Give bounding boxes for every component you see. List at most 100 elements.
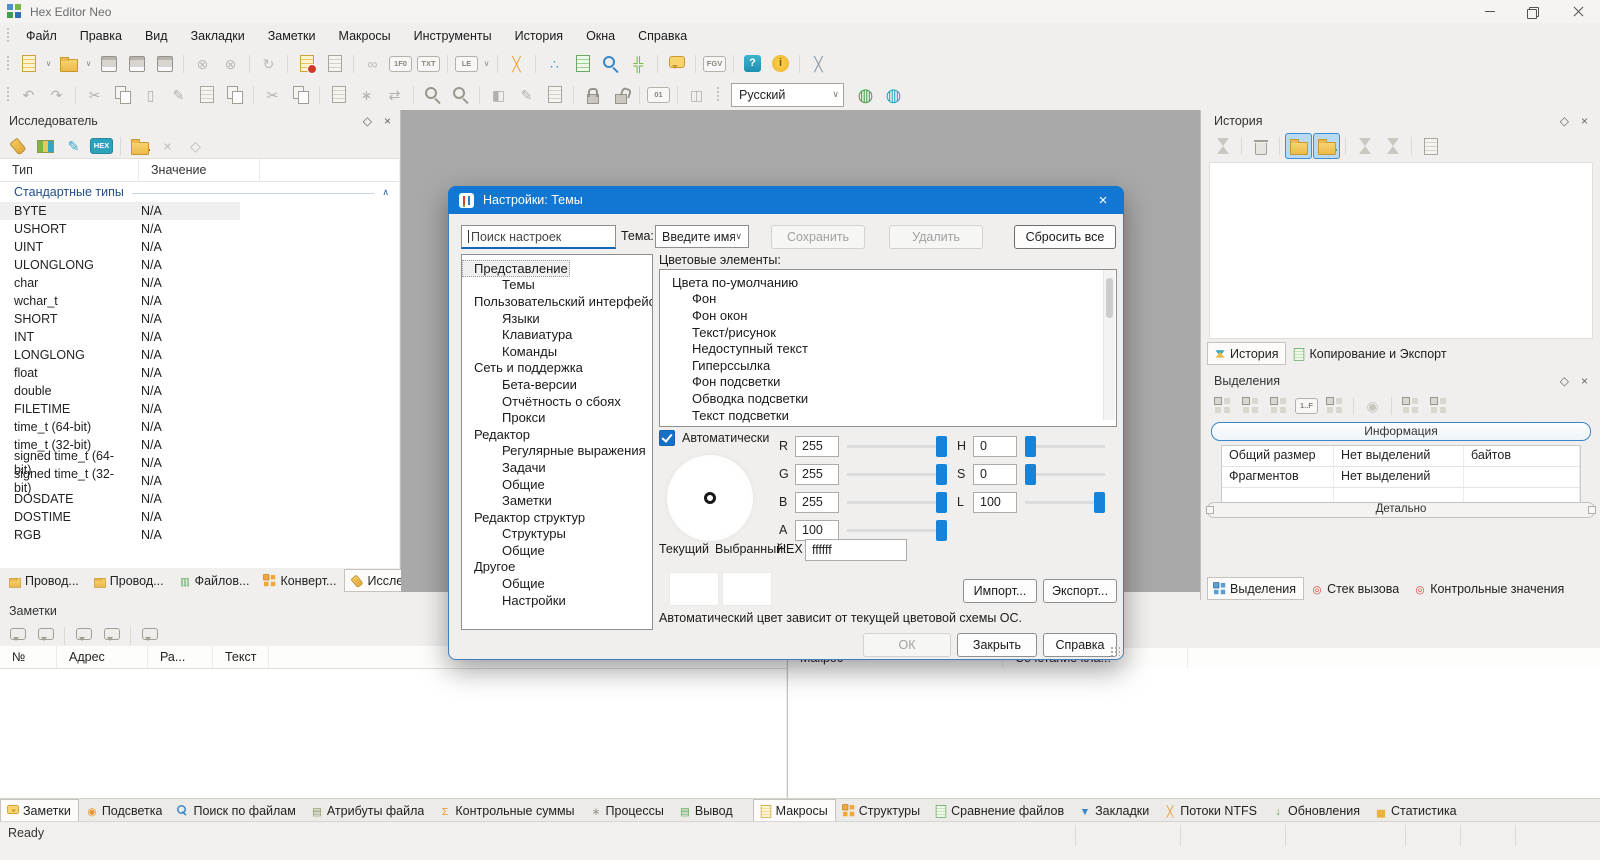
bottom-dock-tab[interactable]: Макросы <box>752 799 836 822</box>
hsl-value-input[interactable]: 100 <box>973 491 1017 513</box>
export-button[interactable]: Экспорт... <box>1043 579 1117 603</box>
notes-list-area[interactable] <box>0 668 786 798</box>
color-element-item[interactable]: Недоступный текст <box>660 340 1116 357</box>
plugins-icon[interactable]: ╬ <box>625 51 652 77</box>
dialog-titlebar[interactable]: Настройки: Темы × <box>448 186 1124 214</box>
minimize-button[interactable] <box>1468 0 1512 23</box>
bottom-dock-tab[interactable]: ∗ Процессы <box>583 799 672 822</box>
modify-bits-icon[interactable]: ∗ <box>353 82 380 108</box>
slider-thumb[interactable] <box>1094 491 1105 513</box>
select-none-icon[interactable] <box>1237 393 1264 419</box>
clear-history-icon[interactable] <box>1247 133 1274 159</box>
bottom-dock-tab[interactable]: ▤ Вывод <box>672 799 741 822</box>
new-file-caret-icon[interactable]: ∨ <box>43 51 54 77</box>
save-as-icon[interactable] <box>123 51 150 77</box>
menu-item[interactable]: История <box>504 25 574 47</box>
color-element-item[interactable]: Гиперссылка <box>660 357 1116 374</box>
link-icon[interactable]: ∞ <box>359 51 386 77</box>
bottom-dock-tab[interactable]: ╳ Потоки NTFS <box>1157 799 1265 822</box>
help-icon[interactable]: ? <box>739 51 766 77</box>
endianness-caret-icon[interactable]: ∨ <box>481 51 492 77</box>
settings-tree-item[interactable]: Представление <box>462 260 570 277</box>
channel-slider[interactable] <box>847 463 947 485</box>
add-type-icon[interactable] <box>126 133 153 159</box>
history-tree-icon[interactable] <box>1209 133 1236 159</box>
settings-tree-item[interactable]: Бета-версии <box>462 376 652 393</box>
explorer-type-row[interactable]: SHORT N/A <box>0 310 399 328</box>
ifo-format-icon[interactable]: 1F0 <box>387 51 414 77</box>
bottom-dock-tab[interactable]: Структуры <box>836 799 928 822</box>
color-element-item[interactable]: Текст подсветки <box>660 407 1116 424</box>
channel-value-input[interactable]: 255 <box>795 463 839 485</box>
explorer-type-row[interactable]: USHORT N/A <box>0 220 399 238</box>
explorer-dock-tab[interactable]: Провод... <box>2 569 87 592</box>
settings-tree-item[interactable]: Задачи <box>462 459 652 476</box>
menu-item[interactable]: Окна <box>575 25 626 47</box>
copy-append-icon[interactable] <box>287 82 314 108</box>
bottom-dock-tab[interactable]: Заметки <box>0 799 79 822</box>
cut-append-icon[interactable]: ✂ <box>259 82 286 108</box>
remove-type-icon[interactable]: × <box>154 133 181 159</box>
slider-thumb[interactable] <box>936 491 947 513</box>
unlock-icon[interactable] <box>607 82 634 108</box>
dialog-close-button[interactable]: Закрыть <box>957 633 1037 657</box>
menu-item[interactable]: Правка <box>69 25 133 47</box>
explorer-dock-tab[interactable]: ▥ Файлов... <box>172 569 258 592</box>
import-button[interactable]: Импорт... <box>963 579 1037 603</box>
channel-value-input[interactable]: 255 <box>795 435 839 457</box>
explorer-type-row[interactable]: ULONGLONG N/A <box>0 256 399 274</box>
edit-icon[interactable]: ✎ <box>165 82 192 108</box>
hand-select-icon[interactable]: ◉ <box>1359 393 1386 419</box>
play-macro-icon[interactable] <box>321 51 348 77</box>
settings-tree-item[interactable]: Темы <box>462 277 652 294</box>
pencil-icon[interactable]: ✎ <box>60 133 87 159</box>
explorer-type-row[interactable]: double N/A <box>0 382 399 400</box>
collapse-icon[interactable]: ∧ <box>382 187 389 198</box>
toolbar-grip[interactable] <box>716 86 720 103</box>
fill-icon[interactable]: ◧ <box>485 82 512 108</box>
close-icon[interactable]: × <box>1581 374 1588 388</box>
bottom-dock-tab[interactable]: ▼ Закладки <box>1072 799 1157 822</box>
details-expander[interactable]: Детально <box>1206 502 1596 518</box>
add-language-icon[interactable]: ◍ <box>852 82 879 108</box>
color-element-item[interactable]: Цвета по-умолчанию <box>660 274 1116 291</box>
insert-file-icon[interactable] <box>325 82 352 108</box>
hsl-slider[interactable] <box>1025 463 1105 485</box>
bottom-dock-tab[interactable]: ▅ Статистика <box>1368 799 1465 822</box>
open-file-caret-icon[interactable]: ∨ <box>83 51 94 77</box>
color-wheel[interactable] <box>667 455 753 541</box>
pin-icon[interactable]: ◇ <box>363 114 372 128</box>
selections-dock-tab[interactable]: ◎ Контрольные значения <box>1407 577 1572 600</box>
redo-icon[interactable]: ↷ <box>43 82 70 108</box>
close-button[interactable] <box>1556 0 1600 23</box>
pin-icon[interactable]: ◇ <box>1560 114 1569 128</box>
invert-selection-icon[interactable] <box>1265 393 1292 419</box>
pin-icon[interactable]: ◇ <box>1560 374 1569 388</box>
explorer-type-row[interactable]: FILETIME N/A <box>0 400 399 418</box>
ok-button[interactable]: ОК <box>863 633 951 657</box>
explorer-type-row[interactable]: RGB N/A <box>0 526 399 544</box>
explorer-type-row[interactable]: signed time_t (32-bit) N/A <box>0 467 399 495</box>
replace-icon[interactable] <box>447 82 474 108</box>
settings-tree-item[interactable]: Настройки <box>462 592 652 609</box>
hex-view-icon[interactable]: HEX <box>88 133 115 159</box>
bottom-dock-tab[interactable]: ▤ Атрибуты файла <box>304 799 433 822</box>
endianness-icon[interactable]: LE <box>453 51 480 77</box>
selections-dock-tab[interactable]: Выделения <box>1207 577 1305 600</box>
bottom-dock-tab[interactable]: ↓ Обновления <box>1265 799 1368 822</box>
settings-tree-item[interactable]: Команды <box>462 343 652 360</box>
bottom-dock-tab[interactable]: Σ Контрольные суммы <box>432 799 582 822</box>
menu-item[interactable]: Вид <box>134 25 179 47</box>
toolbar-grip[interactable] <box>6 55 10 72</box>
undo-icon[interactable]: ↶ <box>15 82 42 108</box>
selections-dock-tab[interactable]: ◎ Стек вызова <box>1304 577 1407 600</box>
color-element-item[interactable]: Текст/рисунок <box>660 324 1116 341</box>
close-icon[interactable]: × <box>1581 114 1588 128</box>
shortcut-keys-icon[interactable]: FGV <box>701 51 728 77</box>
bottom-dock-tab[interactable]: Сравнение файлов <box>928 799 1072 822</box>
explorer-group-header[interactable]: Стандартные типы ∧ <box>0 182 399 202</box>
menu-item[interactable]: Инструменты <box>403 25 503 47</box>
binary-view-icon[interactable]: 01 <box>645 82 672 108</box>
language-select[interactable]: Русский ∨ <box>731 82 844 107</box>
save-icon[interactable] <box>95 51 122 77</box>
